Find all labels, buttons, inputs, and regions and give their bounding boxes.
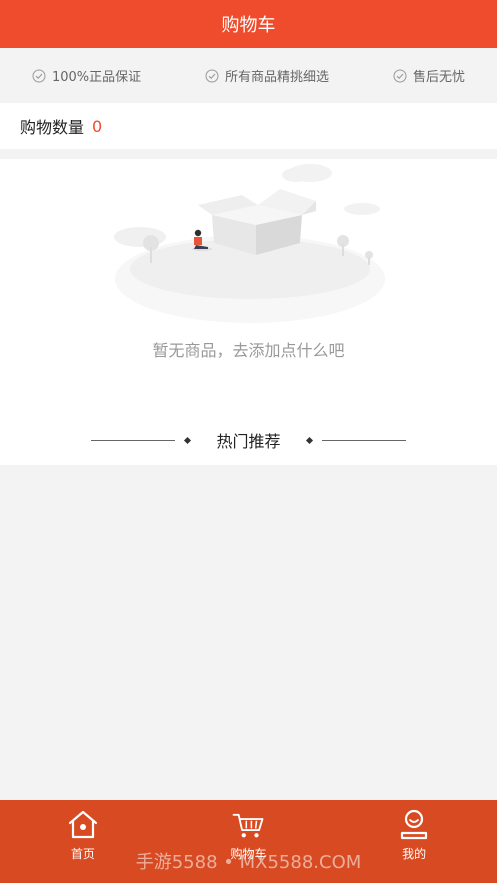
cart-count-bar: 购物数量 0 (0, 103, 497, 149)
empty-cart-message: 暂无商品，去添加点什么吧 (152, 341, 345, 360)
guarantee-item-selected: 所有商品精挑细选 (205, 66, 329, 85)
home-icon (68, 810, 97, 839)
empty-box-illustration (114, 164, 385, 323)
cart-icon (233, 813, 264, 838)
page-title: 购物车 (221, 15, 276, 36)
guarantee-item-authentic: 100%正品保证 (32, 66, 141, 85)
check-circle-icon (205, 69, 219, 82)
cart-count-label: 购物数量 (20, 118, 85, 137)
user-icon (401, 809, 428, 840)
check-circle-icon (32, 69, 46, 82)
diamond-icon (305, 436, 313, 444)
guarantee-label: 100%正品保证 (51, 70, 142, 85)
watermark-text: 手游5588 • MX5588.COM (135, 852, 362, 873)
divider-line-right (321, 439, 406, 441)
cart-count-value: 0 (92, 116, 103, 136)
hot-recommend-divider: 热门推荐 (0, 425, 497, 455)
divider-line-left (91, 439, 176, 441)
guarantee-label: 所有商品精挑细选 (225, 70, 330, 85)
page-header: 购物车 (0, 0, 497, 48)
hot-recommend-title: 热门推荐 (216, 432, 281, 451)
check-circle-icon (393, 69, 407, 82)
guarantee-bar: 100%正品保证 所有商品精挑细选 售后无忧 (0, 48, 497, 103)
diamond-icon (184, 436, 192, 444)
empty-cart-panel: 暂无商品，去添加点什么吧 热门推荐 (0, 159, 497, 465)
guarantee-item-aftersale: 售后无忧 (393, 66, 465, 85)
guarantee-label: 售后无忧 (412, 70, 465, 85)
